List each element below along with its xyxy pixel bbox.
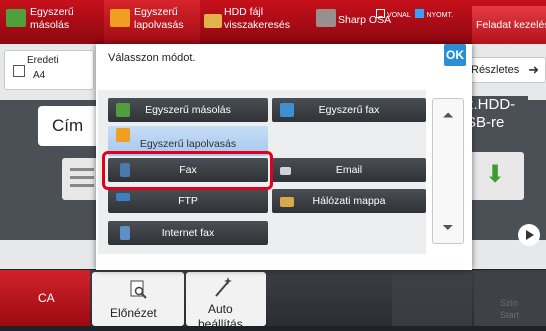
mode-internet-fax-button[interactable]: Internet fax: [108, 221, 268, 245]
original-label: Eredeti: [27, 55, 59, 66]
folder-icon: [204, 14, 222, 28]
auto-setting-line1: Auto: [208, 302, 233, 316]
next-play-icon[interactable]: [518, 224, 540, 246]
mode-easy-fax-label: Egyszerű fax: [318, 104, 380, 116]
copy-icon: [6, 9, 26, 27]
tab-hdd-file-retrieve-label: HDD fájl visszakeresés: [224, 6, 290, 31]
details-label: Részletes: [471, 64, 520, 76]
status-indicators: VONAL NYOMT.: [376, 9, 453, 19]
internet-fax-icon: [120, 226, 130, 240]
ftp-icon: [116, 193, 130, 201]
scroll-down-icon[interactable]: ⏷: [432, 210, 464, 244]
mode-network-folder-button[interactable]: Hálózati mappa: [272, 189, 426, 213]
original-setting-button[interactable]: Eredeti A4: [4, 50, 94, 90]
download-arrow-icon: ⬇: [468, 152, 524, 200]
mode-ftp-label: FTP: [178, 195, 198, 207]
color-start-line2: Start: [500, 310, 520, 320]
auto-setting-line2: beállítás: [198, 317, 243, 331]
preview-icon: [130, 280, 147, 299]
copy-icon: [116, 103, 130, 117]
fax-icon: [280, 103, 294, 117]
scan-icon: [110, 9, 130, 27]
arrow-right-icon: ➜: [528, 62, 539, 77]
tab-easy-copy[interactable]: Egyszerű másolás: [0, 0, 102, 44]
mode-network-folder-label: Hálózati mappa: [312, 195, 386, 207]
mode-easy-copy-button[interactable]: Egyszerű másolás: [108, 98, 268, 122]
mode-easy-fax-button[interactable]: Egyszerű fax: [272, 98, 426, 122]
preview-label: Előnézet: [110, 306, 157, 320]
original-size: A4: [33, 70, 46, 81]
scan-icon: [116, 128, 130, 142]
status-line-label: VONAL: [387, 12, 411, 19]
ok-button[interactable]: OK: [444, 44, 466, 66]
job-status-button[interactable]: Feladat kezelés: [472, 6, 546, 44]
mode-easy-scan-label: Egyszerű lapolvasás: [139, 138, 237, 150]
mode-ftp-button[interactable]: FTP: [108, 189, 268, 213]
tab-hdd-file-retrieve[interactable]: HDD fájl visszakeresés: [202, 0, 312, 44]
auto-setting-button[interactable]: Auto beállítás: [186, 272, 266, 331]
to-hdd-line1: z.HDD-: [466, 96, 516, 113]
details-button[interactable]: Részletes ➜: [466, 57, 546, 83]
tab-easy-scan[interactable]: Egyszerű lapolvasás: [104, 0, 200, 44]
print-indicator-icon: [415, 9, 425, 18]
scroll-up-icon[interactable]: ⏶: [432, 98, 464, 132]
tab-sharp-osa[interactable]: Sharp OSA: [314, 0, 414, 44]
color-start-line1: Szín: [500, 298, 519, 308]
sharp-osa-icon: [316, 9, 336, 27]
folder-icon: [280, 197, 294, 207]
line-indicator-icon: [376, 9, 385, 18]
tab-easy-scan-label: Egyszerű lapolvasás: [134, 6, 184, 31]
mode-email-label: Email: [335, 164, 363, 176]
preview-button[interactable]: Előnézet: [92, 272, 184, 326]
envelope-icon: [280, 167, 291, 175]
to-hdd-usb-button[interactable]: z.HDD- SB-re: [466, 96, 528, 146]
document-icon: [13, 65, 25, 77]
to-hdd-line2: SB-re: [466, 114, 505, 131]
dialog-prompt: Válasszon módot.: [108, 52, 196, 64]
status-print-label: NYOMT.: [426, 12, 453, 19]
tab-easy-copy-label: Egyszerű másolás: [30, 6, 74, 31]
fax-highlight-frame: [102, 151, 273, 190]
clear-all-button[interactable]: CA: [0, 270, 90, 326]
mode-easy-copy-label: Egyszerű másolás: [145, 104, 231, 116]
magic-wand-icon: [215, 277, 232, 297]
address-button[interactable]: Cím: [38, 106, 100, 146]
color-start-button[interactable]: Szín Start: [474, 272, 546, 326]
mode-email-button[interactable]: Email: [272, 158, 426, 182]
mode-internet-fax-label: Internet fax: [161, 227, 215, 239]
bw-start-button[interactable]: [392, 272, 472, 326]
